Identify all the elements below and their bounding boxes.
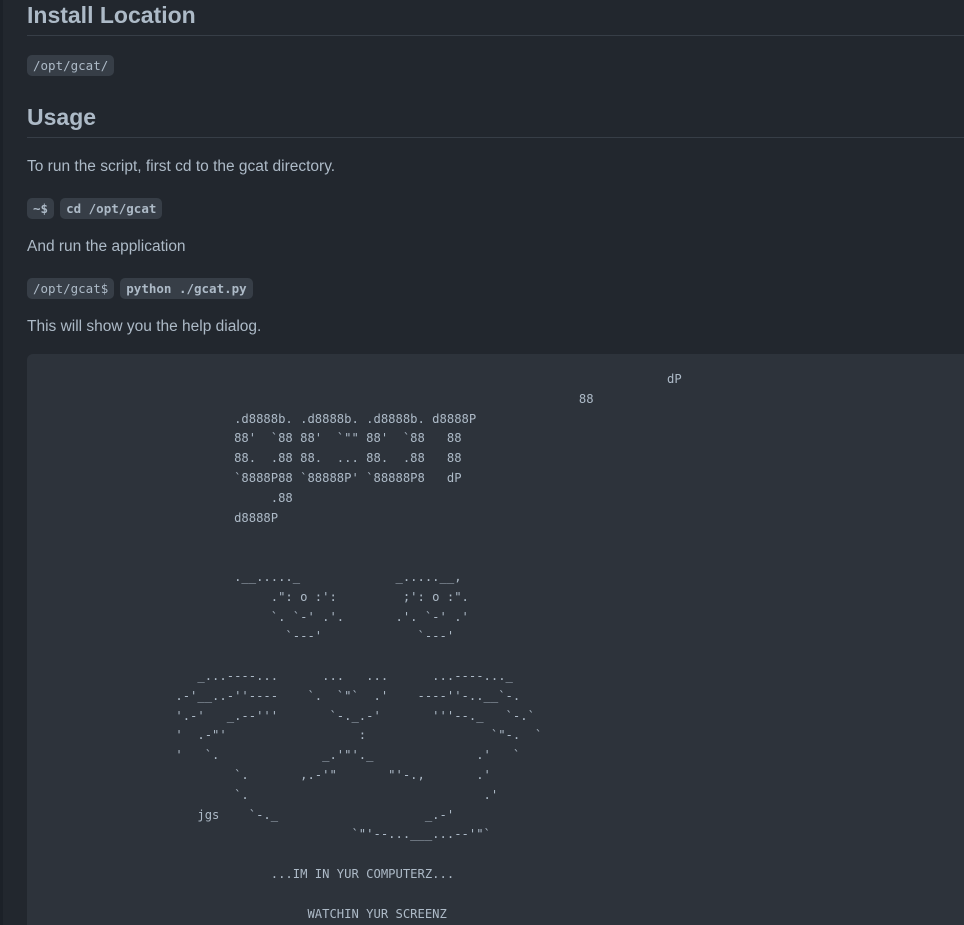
- usage-heading: Usage: [27, 102, 964, 138]
- help-output-code-block: dP 88 .d8888b. .d8888b. .d8888b. d8888P …: [27, 354, 964, 925]
- step1-prompt-code: ~$: [27, 198, 55, 219]
- step1-command-row: ~$ cd /opt/gcat: [27, 198, 163, 219]
- step1-text: To run the script, first cd to the gcat …: [27, 158, 336, 175]
- step2-text: And run the application: [27, 238, 186, 255]
- step2-command-row: /opt/gcat$ python ./gcat.py: [27, 278, 253, 299]
- step3-text: This will show you the help dialog.: [27, 318, 262, 335]
- install-path-code: /opt/gcat/: [27, 55, 115, 76]
- install-location-heading: Install Location: [27, 0, 964, 36]
- step1-command-code: cd /opt/gcat: [60, 198, 163, 219]
- step2-prompt-code: /opt/gcat$: [27, 278, 115, 299]
- step2-command-code: python ./gcat.py: [120, 278, 253, 299]
- left-gutter: [0, 0, 3, 925]
